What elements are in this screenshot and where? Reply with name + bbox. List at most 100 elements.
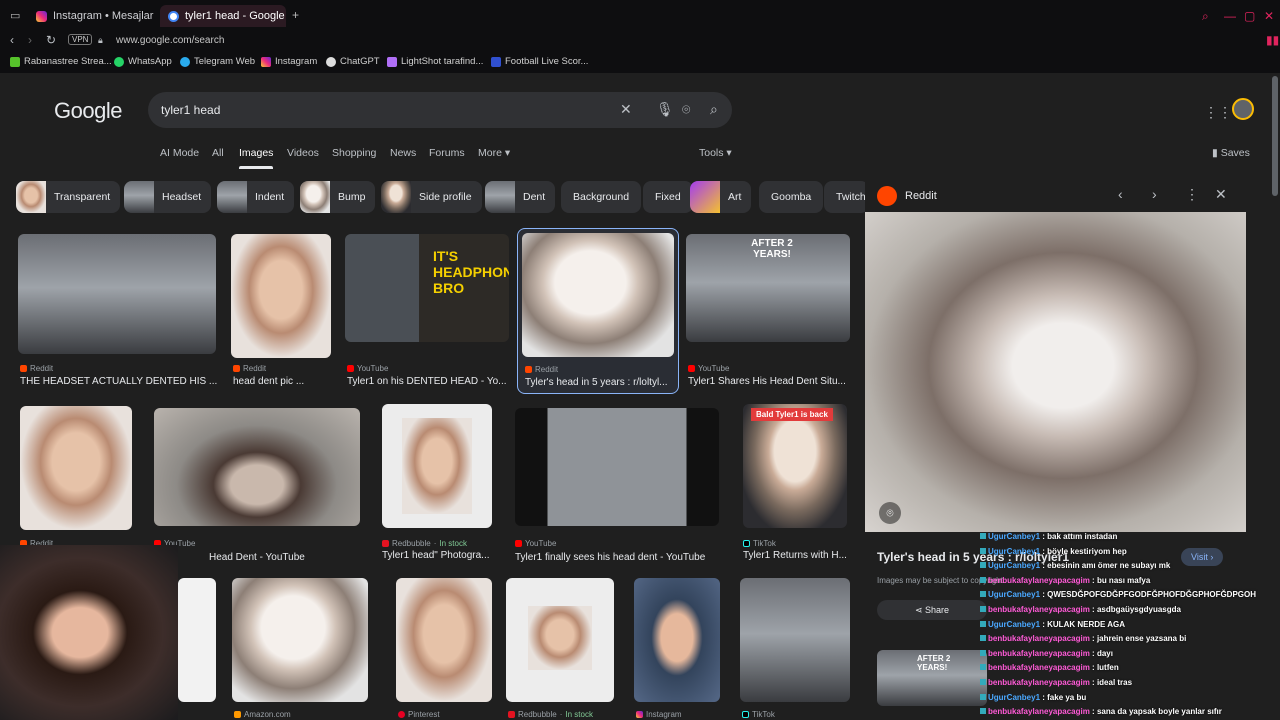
result-thumbnail[interactable] xyxy=(522,233,674,357)
bookmark-football[interactable]: Football Live Scor... xyxy=(491,56,588,67)
tab-images[interactable]: Images xyxy=(239,147,274,169)
chat-badge-icon xyxy=(980,620,986,627)
bookmark-telegram[interactable]: Telegram Web xyxy=(180,56,255,67)
result-thumbnail[interactable]: Bald Tyler1 is back xyxy=(743,404,847,528)
search-icon[interactable]: ⌕ xyxy=(710,101,718,118)
preview-image[interactable]: ⌾ xyxy=(865,212,1246,532)
result-source: Reddit xyxy=(525,365,558,374)
chip-headset[interactable]: Headset xyxy=(124,181,212,213)
preview-source[interactable]: Reddit xyxy=(877,186,937,206)
chip-thumbnail xyxy=(690,181,720,213)
search-box[interactable]: tyler1 head ✕ 🎙︎ ⌾ ⌕ xyxy=(148,92,732,128)
result-title[interactable]: Tyler1 finally sees his head dent - YouT… xyxy=(515,552,719,563)
reddit-icon xyxy=(877,186,897,206)
image-result-selected[interactable]: Reddit Tyler's head in 5 years : r/lolty… xyxy=(517,228,679,394)
account-avatar[interactable] xyxy=(1232,98,1254,120)
bookmark-lightshot[interactable]: LightShot tarafind... xyxy=(387,56,483,67)
result-thumbnail[interactable]: AFTER 2 YEARS! xyxy=(686,234,850,342)
chat-text: : lutfen xyxy=(1089,663,1119,673)
chip-thumbnail xyxy=(124,181,154,213)
result-thumbnail[interactable]: IT'S HEADPHONES BRO xyxy=(345,234,509,342)
result-thumbnail[interactable] xyxy=(740,578,850,702)
result-title[interactable]: Tyler's head in 5 years : r/loltyl... xyxy=(525,377,675,388)
result-thumbnail[interactable] xyxy=(506,578,614,702)
next-icon[interactable]: › xyxy=(1152,186,1157,202)
tools-button[interactable]: Tools ▾ xyxy=(699,147,732,159)
chip-side-profile[interactable]: Side profile xyxy=(381,181,482,213)
new-tab-icon[interactable]: + xyxy=(292,8,299,22)
result-title[interactable]: head dent pic ... xyxy=(233,376,343,387)
result-thumbnail[interactable] xyxy=(634,578,720,702)
result-thumbnail[interactable] xyxy=(232,578,368,702)
page-scrollbar[interactable] xyxy=(1272,76,1278,196)
result-thumbnail[interactable] xyxy=(18,234,216,354)
result-source: Redbubble · In stock xyxy=(508,710,593,719)
share-button[interactable]: ⋖ Share xyxy=(877,600,987,620)
close-window-icon[interactable]: ✕ xyxy=(1264,9,1274,23)
search-tabs-icon[interactable]: ⌕ xyxy=(1202,9,1209,24)
youtube-icon xyxy=(688,365,695,372)
result-thumbnail[interactable] xyxy=(515,408,719,526)
chip-twitch[interactable]: Twitch xyxy=(824,181,869,213)
back-icon[interactable]: ‹ xyxy=(10,33,14,47)
lens-icon[interactable]: ⌾ xyxy=(879,502,901,524)
bookmark-instagram[interactable]: Instagram xyxy=(261,56,317,67)
tab-ai-mode[interactable]: AI Mode xyxy=(160,147,199,159)
bookmark-chatgpt[interactable]: ChatGPT xyxy=(326,56,380,67)
chip-thumbnail xyxy=(381,181,411,213)
sidebar-toggle-icon[interactable]: ▮▮ xyxy=(1266,33,1279,47)
vpn-badge[interactable]: VPN xyxy=(68,34,93,45)
tab-news[interactable]: News xyxy=(390,147,416,159)
chip-art[interactable]: Art xyxy=(690,181,752,213)
more-options-icon[interactable]: ⋮ xyxy=(1185,186,1199,203)
microphone-icon[interactable]: 🎙︎ xyxy=(656,101,674,118)
result-title[interactable]: Head Dent - YouTube xyxy=(209,552,359,563)
tiktok-icon xyxy=(743,540,750,547)
address-bar: ‹ › ↻ VPN 🔒︎ www.google.com/search ▮▮ xyxy=(0,31,1280,51)
search-input[interactable]: tyler1 head xyxy=(161,103,220,117)
minimize-icon[interactable]: — xyxy=(1224,9,1236,23)
url-field[interactable]: www.google.com/search xyxy=(116,35,224,46)
saves-button[interactable]: ▮ Saves xyxy=(1212,147,1250,159)
tab-actions-icon[interactable]: ▭ xyxy=(10,9,20,22)
chip-fixed[interactable]: Fixed xyxy=(643,181,693,213)
google-logo[interactable]: Google xyxy=(54,98,122,124)
tab-shopping[interactable]: Shopping xyxy=(332,147,376,159)
forward-icon[interactable]: › xyxy=(28,33,32,47)
tab-forums[interactable]: Forums xyxy=(429,147,465,159)
result-thumbnail[interactable] xyxy=(154,408,360,526)
result-title[interactable]: Tyler1 Shares His Head Dent Situ... xyxy=(688,376,852,387)
result-thumbnail[interactable] xyxy=(396,578,492,702)
tab-more[interactable]: More ▾ xyxy=(478,147,510,159)
bookmark-rabanastree[interactable]: Rabanastree Strea... xyxy=(10,56,112,67)
chip-indent[interactable]: Indent xyxy=(217,181,295,213)
result-title[interactable]: Tyler1 Returns with H... xyxy=(743,550,847,561)
tab-google-search[interactable]: tyler1 head - Google Search xyxy=(160,5,286,27)
chat-text: : fake ya bu xyxy=(1040,692,1087,702)
close-icon[interactable]: ✕ xyxy=(1215,186,1227,203)
clear-icon[interactable]: ✕ xyxy=(620,101,632,118)
maximize-icon[interactable]: ▢ xyxy=(1244,9,1255,23)
lens-icon[interactable]: ⌾ xyxy=(682,101,690,118)
result-title[interactable]: Tyler1 head" Photogra... xyxy=(382,550,492,561)
result-thumbnail[interactable] xyxy=(231,234,331,358)
result-title[interactable]: THE HEADSET ACTUALLY DENTED HIS ... xyxy=(20,376,220,387)
chip-dent[interactable]: Dent xyxy=(485,181,556,213)
tab-videos[interactable]: Videos xyxy=(287,147,319,159)
tab-all[interactable]: All xyxy=(212,147,224,159)
bookmark-whatsapp[interactable]: WhatsApp xyxy=(114,56,172,67)
chip-transparent[interactable]: Transparent xyxy=(16,181,121,213)
result-thumbnail[interactable] xyxy=(20,406,132,530)
tiktok-icon xyxy=(742,711,749,718)
result-thumbnail[interactable] xyxy=(178,578,216,702)
chip-goomba[interactable]: Goomba xyxy=(759,181,824,213)
result-title[interactable]: Tyler1 on his DENTED HEAD - Yo... xyxy=(347,376,511,387)
chip-background[interactable]: Background xyxy=(561,181,642,213)
previous-icon[interactable]: ‹ xyxy=(1118,186,1123,202)
chat-message: UgurCanbey1 : bak attım instadan xyxy=(980,530,1280,545)
tab-instagram[interactable]: Instagram • Mesajlar xyxy=(28,5,156,27)
result-thumbnail[interactable] xyxy=(382,404,492,528)
chip-bump[interactable]: Bump xyxy=(300,181,376,213)
reload-icon[interactable]: ↻ xyxy=(46,33,56,47)
related-image[interactable]: AFTER 2 YEARS! xyxy=(877,650,987,706)
